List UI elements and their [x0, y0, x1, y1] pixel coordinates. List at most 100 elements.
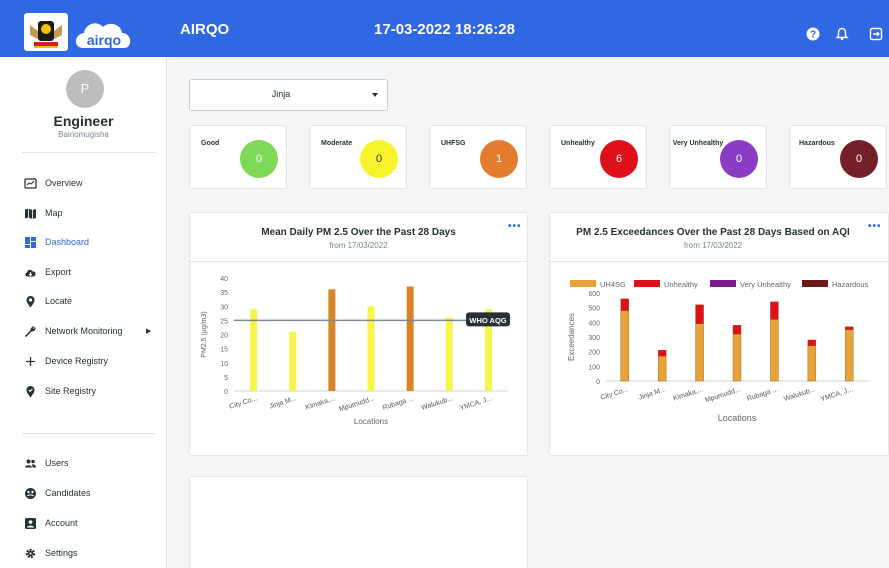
legend-swatch	[634, 280, 660, 287]
y-tick-label: 20	[220, 333, 228, 340]
cloud-download-icon	[24, 266, 37, 279]
x-tick-label: Kimaka,...	[672, 386, 704, 402]
sidebar-item-label: Map	[45, 208, 63, 218]
exceedance-bar-segment	[732, 325, 742, 335]
sidebar-item-network-monitoring[interactable]: Network Monitoring	[24, 323, 123, 339]
pm25-chart-card: Mean Daily PM 2.5 Over the Past 28 Days …	[189, 212, 528, 456]
logout-icon[interactable]	[869, 27, 883, 41]
settings-icon	[24, 547, 37, 560]
exceedance-bar-segment	[845, 329, 854, 382]
legend-swatch	[710, 280, 736, 287]
aqi-card-hazardous[interactable]: Hazardous 0	[789, 125, 887, 189]
exceedance-bar-segment	[695, 304, 704, 324]
avatar[interactable]: P	[66, 70, 104, 108]
sidebar-item-account[interactable]: Account	[24, 515, 78, 531]
location-select[interactable]: Jinja	[189, 79, 388, 111]
sidebar-item-label: Locate	[45, 296, 73, 306]
aqi-card-unhealthy[interactable]: Unhealthy 6	[549, 125, 647, 189]
y-tick-label: 200	[588, 350, 600, 357]
sidebar-divider	[22, 433, 156, 434]
y-tick-label: 10	[220, 361, 228, 368]
pm25-bar	[445, 317, 453, 391]
users-icon	[24, 457, 37, 470]
x-tick-label: Walukub...	[421, 395, 454, 412]
y-axis-label: PM2.5 (µg/m3)	[201, 311, 208, 357]
svg-text:?: ?	[810, 30, 816, 41]
sidebar-item-overview[interactable]: Overview	[24, 175, 83, 191]
sidebar-item-label: Users	[45, 458, 69, 468]
exceedance-bar-segment	[807, 339, 817, 347]
legend-label: Very Unhealthy	[740, 280, 791, 289]
expand-chevron-icon[interactable]: ▶	[146, 327, 151, 335]
sidebar-item-export[interactable]: Export	[24, 264, 71, 280]
pm25-bar	[406, 286, 414, 391]
aqi-card-good[interactable]: Good 0	[189, 125, 287, 189]
card-divider	[190, 261, 527, 262]
location-select-value: Jinja	[271, 89, 291, 99]
pm25-bar	[328, 289, 336, 391]
sidebar-item-map[interactable]: Map	[24, 205, 63, 221]
sidebar-item-device-registry[interactable]: Device Registry	[24, 353, 108, 369]
pm25-bar	[367, 306, 375, 391]
sidebar-item-dashboard[interactable]: Dashboard	[24, 234, 89, 250]
aqi-count-circle: 0	[360, 140, 398, 178]
y-tick-label: 30	[220, 304, 228, 311]
pm25-bar	[289, 331, 297, 391]
y-tick-label: 600	[588, 291, 600, 298]
y-axis-label: Exceedances	[567, 313, 576, 361]
y-tick-label: 100	[588, 364, 600, 371]
empty-chart-card	[189, 476, 528, 568]
legend-swatch	[802, 280, 828, 287]
aqi-count-circle: 0	[240, 140, 278, 178]
sidebar-item-settings[interactable]: Settings	[24, 545, 78, 561]
help-icon[interactable]: ?	[806, 27, 820, 41]
user-name: Bainomugisha	[58, 130, 109, 139]
notifications-bell-icon[interactable]	[835, 27, 849, 41]
dropdown-arrow-icon	[372, 93, 378, 97]
location-pin-icon	[24, 295, 37, 308]
exceedances-stacked-bar-chart: UH4SG Unhealthy Very Unhealthy Hazardous 0 10…	[567, 280, 869, 423]
sidebar-item-users[interactable]: Users	[24, 455, 69, 471]
sidebar-item-candidates[interactable]: Candidates	[24, 485, 91, 501]
dashboard-icon	[24, 236, 37, 249]
site-pin-icon	[24, 385, 37, 398]
y-tick-label: 35	[220, 290, 228, 297]
x-tick-label: Jinja M...	[638, 386, 667, 401]
current-datetime: 17-03-2022 18:26:28	[374, 21, 515, 38]
aqi-card-very-unhealthy[interactable]: Very Unhealthy 0	[669, 125, 767, 189]
y-tick-label: 15	[220, 347, 228, 354]
sidebar-item-label: Dashboard	[45, 237, 90, 247]
exceedance-bar-segment	[657, 355, 667, 382]
exceedance-bar-segment	[770, 319, 779, 382]
y-tick-label: 0	[596, 379, 600, 386]
more-options-icon[interactable]: •••	[868, 221, 882, 232]
exceedance-bar-segment	[770, 301, 779, 320]
y-tick-label: 400	[588, 320, 600, 327]
exceedance-bar-segment	[620, 310, 629, 382]
aqi-count-circle: 0	[840, 140, 878, 178]
chart-title: PM 2.5 Exceedances Over the Past 28 Days…	[576, 227, 850, 238]
x-tick-label: Rubaga ...	[382, 395, 415, 412]
top-app-bar: airqo AIRQO 17-03-2022 18:26:28 ?	[0, 0, 889, 57]
exceedance-bar-segment	[732, 333, 742, 382]
sidebar-item-site-registry[interactable]: Site Registry	[24, 383, 96, 399]
aqi-card-label: Very Unhealthy	[672, 140, 724, 147]
chart-subtitle: from 17/03/2022	[329, 241, 388, 250]
sidebar-item-label: Site Registry	[45, 386, 97, 396]
pm25-bar	[250, 309, 258, 391]
aqi-card-uhfsg[interactable]: UHFSG 1	[429, 125, 527, 189]
card-divider	[550, 261, 888, 262]
sidebar-item-label: Network Monitoring	[45, 326, 123, 336]
aqi-count-circle: 1	[480, 140, 518, 178]
aqi-count-circle: 0	[720, 140, 758, 178]
sidebar-item-label: Settings	[45, 548, 78, 558]
sidebar-item-label: Account	[45, 518, 78, 528]
more-options-icon[interactable]: •••	[508, 221, 522, 232]
aqi-card-label: UHFSG	[441, 140, 466, 147]
x-tick-label: City Co...	[600, 386, 630, 402]
sidebar-item-label: Candidates	[45, 488, 91, 498]
aqi-count-circle: 6	[600, 140, 638, 178]
candidates-icon	[24, 487, 37, 500]
sidebar-item-locate[interactable]: Locate	[24, 293, 72, 309]
aqi-card-moderate[interactable]: Moderate 0	[309, 125, 407, 189]
